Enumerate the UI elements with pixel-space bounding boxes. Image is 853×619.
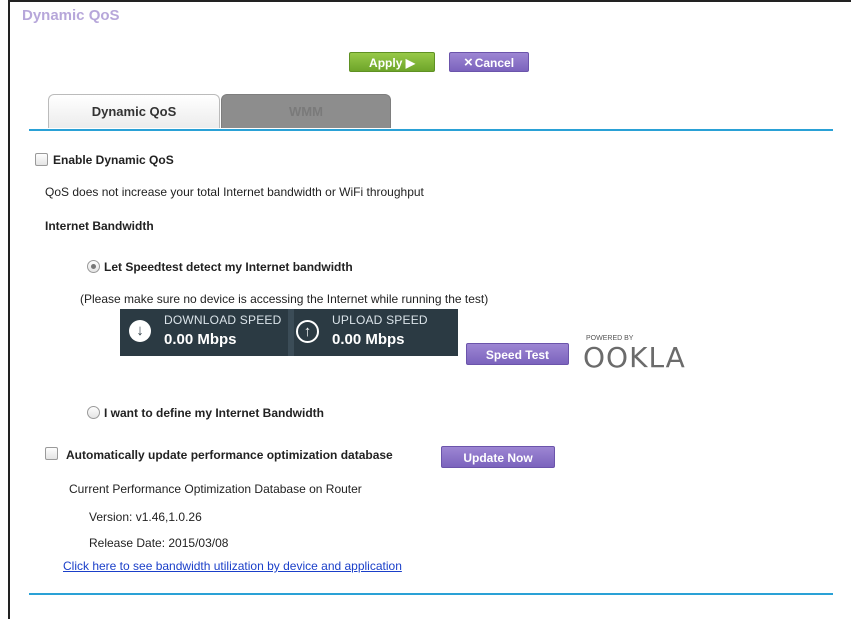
download-cell: ↓ DOWNLOAD SPEED 0.00 Mbps	[120, 309, 288, 356]
current-db-label: Current Performance Optimization Databas…	[69, 482, 362, 496]
ookla-logo: OOKLA	[583, 341, 686, 374]
tab-dynamic-qos[interactable]: Dynamic QoS	[48, 94, 220, 128]
db-release-date: Release Date: 2015/03/08	[89, 536, 229, 550]
define-bandwidth-label: I want to define my Internet Bandwidth	[104, 406, 325, 420]
upload-arrow-icon: ↑	[296, 320, 319, 343]
download-label: DOWNLOAD SPEED	[164, 313, 282, 327]
upload-label: UPLOAD SPEED	[332, 313, 428, 327]
speedtest-note: (Please make sure no device is accessing…	[80, 292, 489, 306]
tab-divider	[29, 129, 833, 131]
upload-cell: ↑ UPLOAD SPEED 0.00 Mbps	[294, 309, 458, 356]
internet-bandwidth-heading: Internet Bandwidth	[45, 219, 154, 233]
enable-dynamic-qos-label: Enable Dynamic QoS	[53, 153, 174, 167]
upload-value: 0.00 Mbps	[332, 331, 405, 348]
apply-button[interactable]: Apply ▶	[349, 52, 435, 72]
auto-update-checkbox[interactable]	[45, 447, 58, 460]
cancel-button[interactable]: × Cancel	[449, 52, 529, 72]
speed-test-button[interactable]: Speed Test	[466, 343, 569, 365]
speedtest-option-label: Let Speedtest detect my Internet bandwid…	[104, 260, 353, 274]
download-value: 0.00 Mbps	[164, 331, 237, 348]
update-now-button[interactable]: Update Now	[441, 446, 555, 468]
qos-note: QoS does not increase your total Interne…	[45, 185, 424, 199]
define-bandwidth-radio[interactable]	[87, 406, 100, 419]
page-title: Dynamic QoS	[22, 7, 120, 24]
enable-dynamic-qos-checkbox[interactable]	[35, 153, 48, 166]
bottom-divider	[29, 593, 833, 595]
speed-panel: ↓ DOWNLOAD SPEED 0.00 Mbps ↑ UPLOAD SPEE…	[120, 309, 458, 356]
close-icon: ×	[463, 54, 473, 71]
tab-wmm[interactable]: WMM	[221, 94, 391, 128]
speedtest-radio[interactable]	[87, 260, 100, 273]
auto-update-label: Automatically update performance optimiz…	[66, 448, 393, 462]
cancel-button-label: Cancel	[474, 56, 515, 70]
download-arrow-icon: ↓	[129, 320, 151, 342]
db-version: Version: v1.46,1.0.26	[89, 510, 202, 524]
bandwidth-utilization-link[interactable]: Click here to see bandwidth utilization …	[63, 559, 402, 573]
